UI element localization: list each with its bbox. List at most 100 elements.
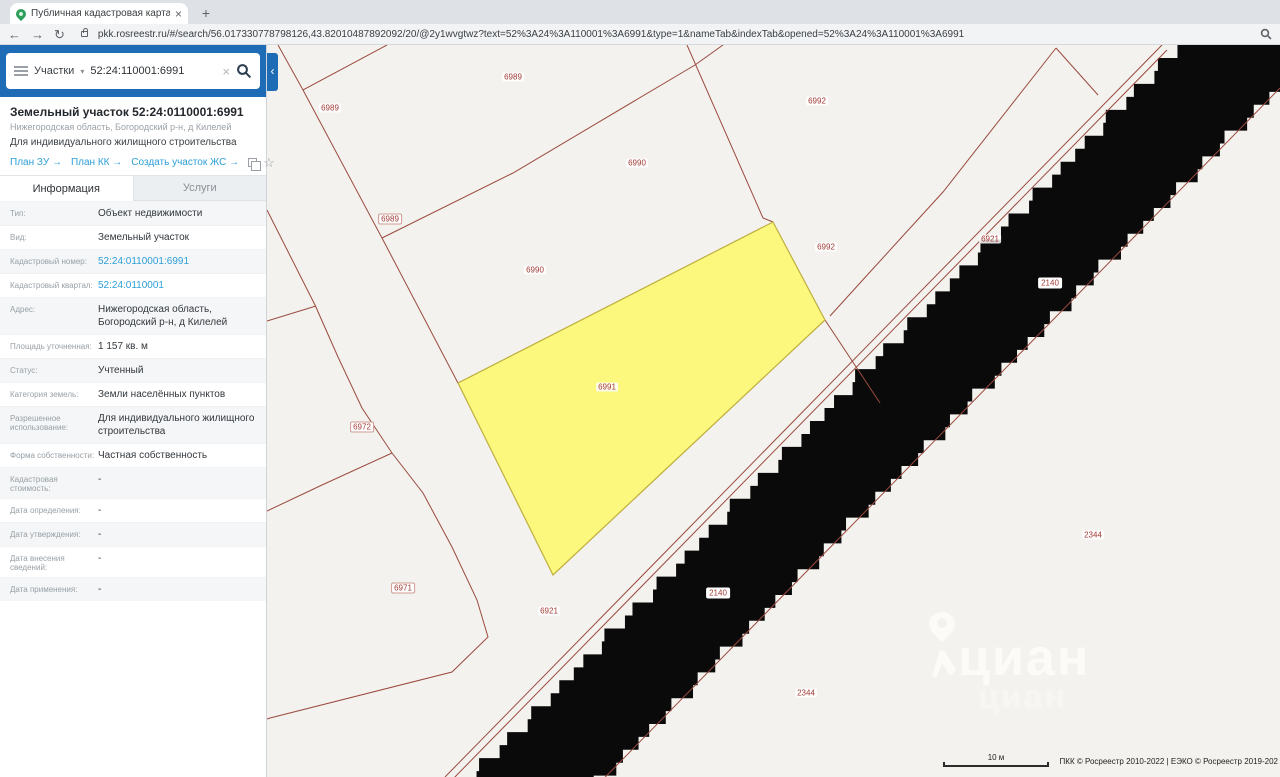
info-row-label: Дата определения: — [10, 506, 81, 515]
tab-close-icon[interactable]: × — [175, 8, 182, 20]
parcel-usage: Для индивидуального жилищного строительс… — [10, 137, 237, 148]
tab-title: Публичная кадастровая карта — [31, 8, 170, 19]
layers-icon[interactable] — [248, 158, 262, 171]
chevron-down-icon[interactable]: ▾ — [80, 67, 84, 76]
parcel-title: Земельный участок 52:24:0110001:6991 — [10, 105, 244, 119]
map-canvas[interactable] — [267, 45, 1280, 777]
info-table: Тип: Объект недвижимости Вид: Земельный уча… — [0, 201, 266, 601]
info-row: Разрешенное использование: Для индивидуал… — [0, 406, 266, 443]
parcel-label: 6992 — [815, 242, 837, 252]
info-row-label: Тип: — [10, 209, 26, 218]
info-row: Форма собственности: Частная собственност… — [0, 443, 266, 467]
info-row-value: Земельный участок — [98, 232, 190, 243]
info-row-value-link[interactable]: 52:24:0110001 — [98, 279, 256, 292]
info-row: Кадастровый квартал: 52:24:0110001 — [0, 273, 266, 297]
new-tab-button[interactable]: + — [196, 4, 216, 22]
create-zhs-link[interactable]: Создать участок ЖС → — [131, 157, 239, 168]
info-row-label: Разрешенное использование: — [10, 414, 69, 432]
cadastral-map[interactable]: циан циан 6989 6989 6989 6990 6990 6991 6992 69… — [267, 45, 1280, 777]
info-row: Адрес: Нижегородская область, Богородский… — [0, 297, 266, 334]
parcel-label: 6921 — [979, 234, 1001, 244]
info-row: Категория земель: Земли населённых пункто… — [0, 382, 266, 406]
info-row: Дата определения: - — [0, 498, 266, 522]
browser-toolbar: ← → ↻ pkk.rosreestr.ru/#/search/56.01733… — [0, 24, 1280, 45]
site-favicon-icon — [13, 6, 29, 21]
info-row-label: Дата внесения сведений: — [10, 554, 65, 572]
url-bar[interactable]: pkk.rosreestr.ru/#/search/56.01733077879… — [98, 29, 1250, 40]
tab-information[interactable]: Информация — [0, 176, 133, 201]
app-window: Участки ▾ × Земельный участок 52:24:0110… — [0, 45, 1280, 777]
info-row-value: - — [98, 505, 102, 516]
parcel-label: 2140 — [1038, 277, 1062, 289]
sidebar-tabs: Информация Услуги — [0, 175, 266, 201]
browser-tabstrip: Публичная кадастровая карта × + — [0, 0, 1280, 24]
info-row-label: Кадастровый номер: — [10, 257, 87, 266]
cian-pin-icon — [929, 612, 956, 678]
lock-icon — [80, 28, 88, 37]
map-scalebar: 10 м — [943, 753, 1049, 767]
info-row-label: Статус: — [10, 366, 38, 375]
info-row-value: 1 157 кв. м — [98, 341, 148, 352]
search-category-select[interactable]: Участки — [34, 65, 74, 77]
search-header: Участки ▾ × — [0, 45, 266, 97]
info-row-value: - — [98, 584, 102, 595]
parcel-label: 6990 — [626, 158, 648, 168]
info-row-label: Вид: — [10, 233, 27, 242]
parcel-label: 2344 — [1082, 530, 1104, 540]
parcel-label: 6989 — [378, 213, 402, 225]
info-row: Тип: Объект недвижимости — [0, 201, 266, 225]
parcel-label: 2140 — [706, 587, 730, 599]
info-row: Дата внесения сведений: - — [0, 546, 266, 577]
favorite-star-icon[interactable]: ☆ — [263, 156, 275, 169]
search-box[interactable]: Участки ▾ × — [6, 53, 260, 89]
tab-services[interactable]: Услуги — [132, 176, 266, 201]
search-input[interactable] — [90, 65, 217, 77]
back-icon[interactable]: ← — [8, 28, 21, 41]
parcel-label: 6989 — [502, 72, 524, 82]
sidebar-collapse-button[interactable]: ‹ — [267, 53, 278, 91]
forward-icon[interactable]: → — [31, 28, 44, 41]
info-row-label: Форма собственности: — [10, 451, 95, 460]
info-sidebar: Участки ▾ × Земельный участок 52:24:0110… — [0, 45, 275, 777]
parcel-label: 2344 — [795, 688, 817, 698]
info-row: Статус: Учтенный — [0, 358, 266, 382]
search-icon[interactable] — [236, 63, 252, 79]
info-row-value: Для индивидуального жилищного строительс… — [98, 413, 255, 437]
info-row-label: Адрес: — [10, 305, 36, 314]
menu-icon[interactable] — [14, 64, 28, 78]
parcel-label: 6921 — [538, 606, 560, 616]
reload-icon[interactable]: ↻ — [54, 28, 65, 41]
map-attribution: ПКК © Росреестр 2010-2022 | ЕЭКО © Росре… — [1059, 757, 1278, 766]
info-row: Дата утверждения: - — [0, 522, 266, 546]
info-row-value-link[interactable]: 52:24:0110001:6991 — [98, 255, 256, 268]
watermark-ghost: циан — [978, 678, 1068, 716]
info-row: Кадастровая стоимость: - — [0, 467, 266, 498]
info-row-label: Кадастровая стоимость: — [10, 475, 58, 493]
result-card: Земельный участок 52:24:0110001:6991 Ниж… — [0, 97, 275, 175]
info-row: Кадастровый номер: 52:24:0110001:6991 — [0, 249, 266, 273]
info-row-value: - — [98, 474, 102, 485]
info-row-value: - — [98, 529, 102, 540]
info-row-label: Дата утверждения: — [10, 530, 81, 539]
parcel-label: 6972 — [350, 421, 374, 433]
info-row: Дата применения: - — [0, 577, 266, 601]
parcel-label: 6990 — [524, 265, 546, 275]
info-row: Вид: Земельный участок — [0, 225, 266, 249]
info-row-value: - — [98, 553, 102, 564]
parcel-location: Нижегородская область, Богородский р-н, … — [10, 122, 232, 132]
page-zoom-icon[interactable] — [1260, 28, 1272, 40]
parcel-label: 6989 — [319, 103, 341, 113]
parcel-label: 6991 — [596, 382, 618, 392]
clear-search-icon[interactable]: × — [222, 64, 230, 79]
result-links: План ЗУ → План КК → Создать участок ЖС →… — [10, 156, 275, 171]
info-row-label: Категория земель: — [10, 390, 79, 399]
info-row-label: Дата применения: — [10, 585, 78, 594]
info-row-label: Кадастровый квартал: — [10, 281, 93, 290]
info-row: Площадь уточненная: 1 157 кв. м — [0, 334, 266, 358]
info-row-value: Нижегородская область, Богородский р-н, … — [98, 304, 228, 328]
browser-tab[interactable]: Публичная кадастровая карта × — [10, 3, 188, 24]
plan-zu-link[interactable]: План ЗУ → — [10, 157, 62, 168]
plan-kk-link[interactable]: План КК → — [71, 157, 122, 168]
scalebar-label: 10 м — [987, 753, 1005, 762]
info-row-value: Частная собственность — [98, 450, 208, 461]
